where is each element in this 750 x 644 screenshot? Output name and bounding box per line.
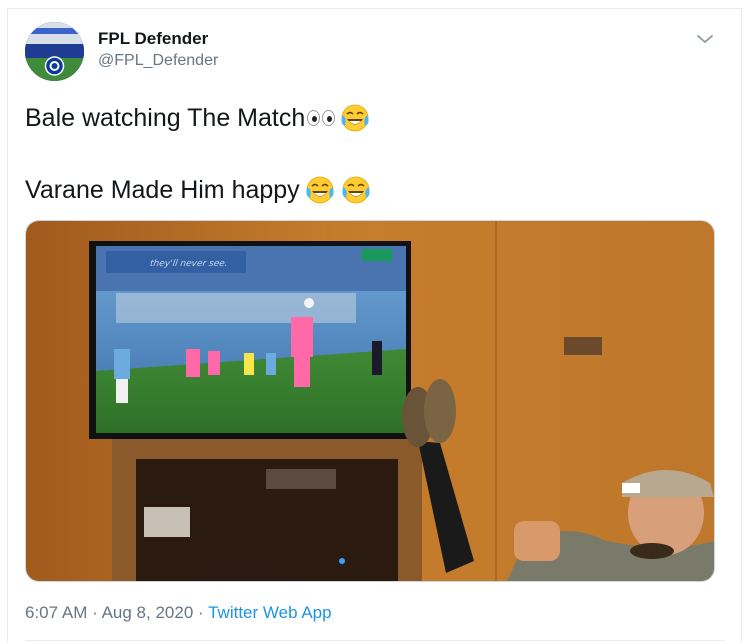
chevron-down-icon[interactable] (693, 27, 717, 51)
tweet-text-line-2-text: Varane Made Him happy (25, 176, 300, 204)
photo-bale-watching-tv: they'll never see. (26, 221, 714, 581)
tweet-photo[interactable]: they'll never see. (25, 220, 715, 582)
face-with-tears-of-joy-emoji-icon (306, 176, 334, 204)
face-with-tears-of-joy-emoji-icon (342, 176, 370, 204)
tweet-time[interactable]: 6:07 AM (25, 603, 87, 622)
tweet-meta: 6:07 AM · Aug 8, 2020 · Twitter Web App (25, 601, 332, 625)
tweet-text-line-1-text: Bale watching The Match (25, 104, 306, 132)
club-crest-avatar-icon (25, 22, 84, 81)
avatar[interactable] (25, 22, 84, 81)
tweet-header: FPL Defender @FPL_Defender (25, 22, 725, 82)
divider (25, 640, 725, 641)
tweet-text: Bale watching The Match Varane Made Him … (25, 98, 715, 210)
face-with-tears-of-joy-emoji-icon (341, 104, 369, 132)
author-handle[interactable]: @FPL_Defender (98, 50, 218, 72)
tweet-date[interactable]: Aug 8, 2020 (102, 603, 194, 622)
eyes-emoji-icon (307, 110, 336, 126)
svg-text:they'll never see.: they'll never see. (149, 259, 228, 269)
author-block[interactable]: FPL Defender @FPL_Defender (98, 28, 218, 72)
tweet-text-line-1: Bale watching The Match (25, 98, 715, 138)
meta-separator: · (92, 603, 98, 622)
meta-separator: · (198, 603, 204, 622)
tweet-source-link[interactable]: Twitter Web App (208, 603, 331, 622)
author-display-name[interactable]: FPL Defender (98, 28, 218, 50)
tweet-text-line-2: Varane Made Him happy (25, 170, 715, 210)
